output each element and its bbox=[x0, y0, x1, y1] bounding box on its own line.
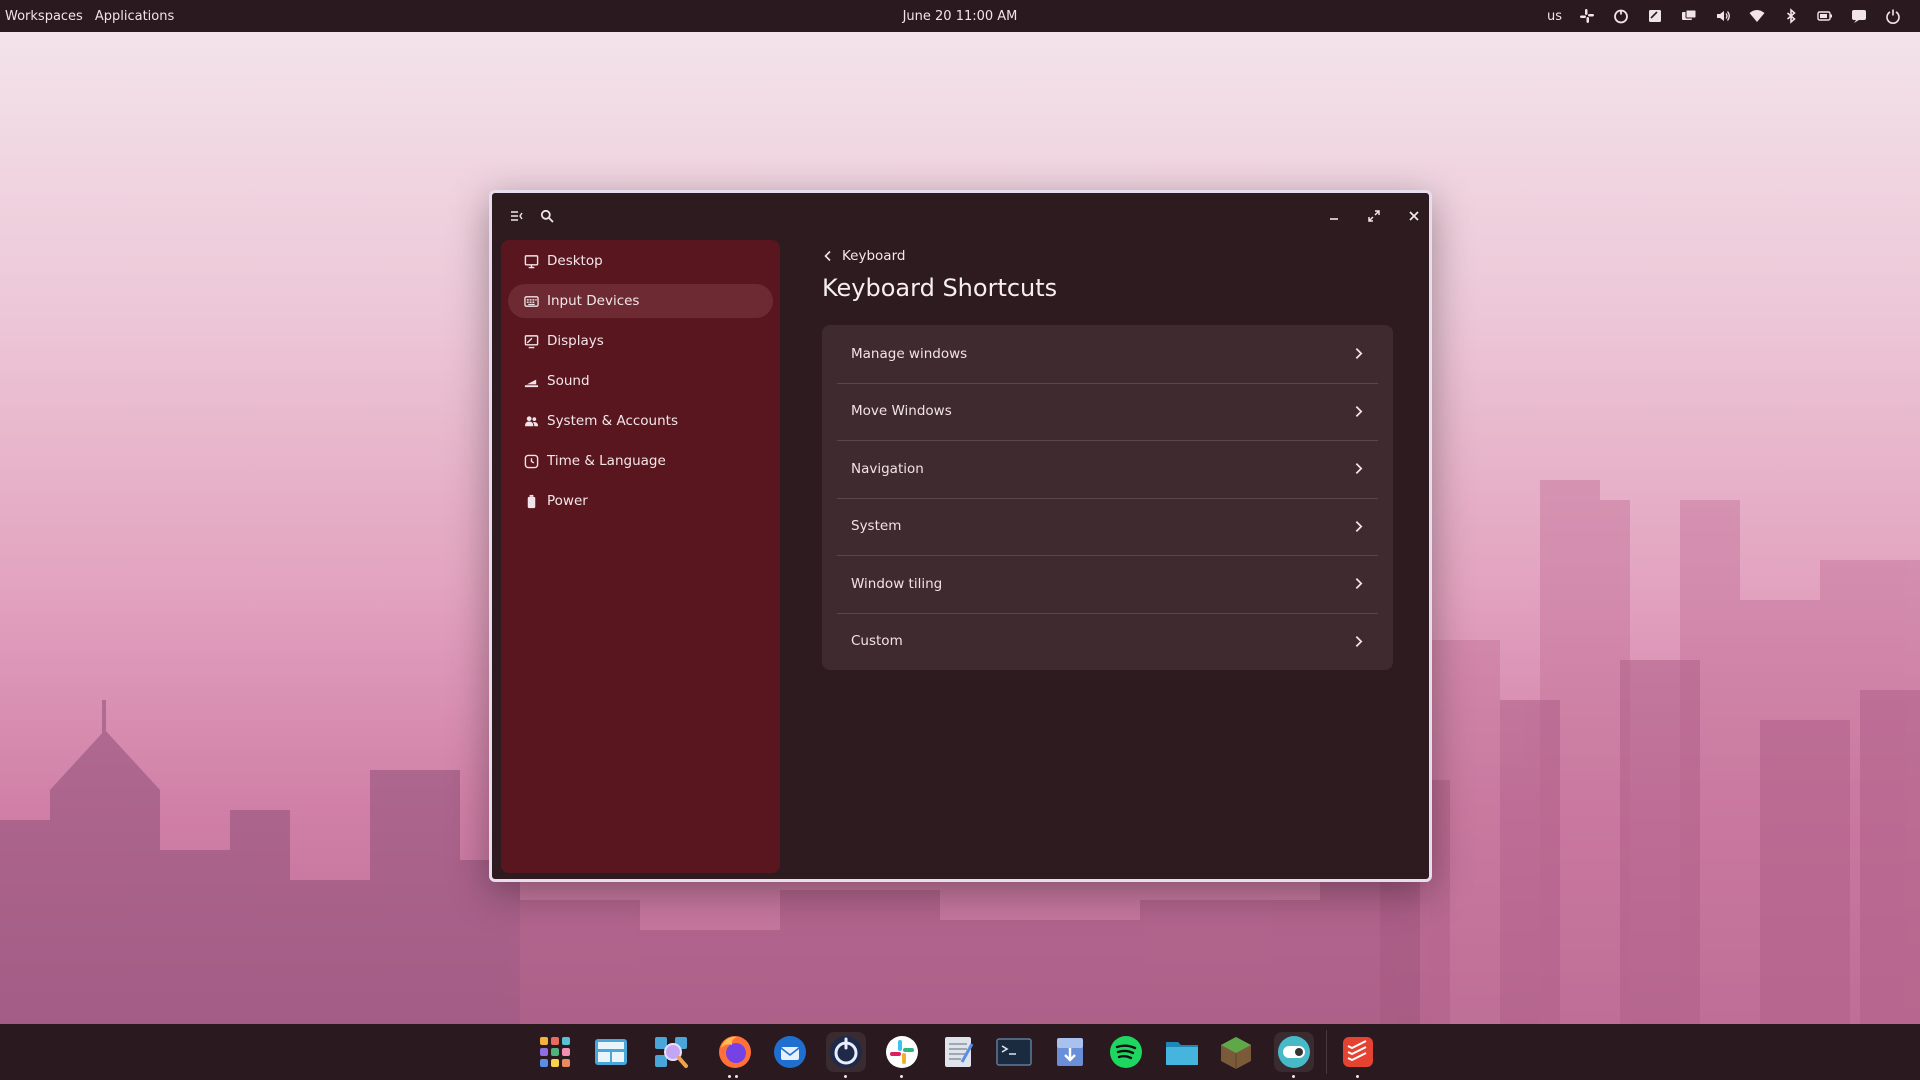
sidebar-item-label: Sound bbox=[547, 373, 590, 389]
window-header bbox=[492, 193, 1429, 238]
bluetooth-icon[interactable] bbox=[1774, 0, 1808, 32]
sidebar-item-time-language[interactable]: Time & Language bbox=[508, 444, 773, 478]
list-item-label: System bbox=[851, 518, 902, 535]
sidebar-item-label: Displays bbox=[547, 333, 604, 349]
sidebar-item-displays[interactable]: Displays bbox=[508, 324, 773, 358]
dock-todoist-icon[interactable] bbox=[1338, 1032, 1378, 1078]
dock-firefox-icon[interactable] bbox=[715, 1032, 755, 1078]
workspaces-button[interactable]: Workspaces bbox=[5, 9, 83, 24]
keyboard-layout-indicator[interactable]: us bbox=[1539, 9, 1570, 24]
list-item-label: Custom bbox=[851, 633, 903, 650]
running-indicator bbox=[1292, 1075, 1295, 1078]
clock[interactable]: June 20 11:00 AM bbox=[903, 9, 1018, 24]
battery-icon bbox=[523, 493, 539, 509]
list-item-manage-windows[interactable]: Manage windows bbox=[822, 325, 1393, 383]
notes-tray-icon[interactable] bbox=[1638, 0, 1672, 32]
sidebar-item-label: Time & Language bbox=[547, 453, 666, 469]
dock-minecraft-icon[interactable] bbox=[1216, 1032, 1256, 1072]
sidebar-toggle-icon[interactable] bbox=[506, 205, 528, 227]
dock-app-search-icon[interactable] bbox=[651, 1032, 691, 1072]
list-item-move-windows[interactable]: Move Windows bbox=[822, 382, 1393, 441]
running-indicator bbox=[844, 1075, 847, 1078]
users-icon bbox=[523, 413, 539, 429]
chevron-right-icon bbox=[1355, 463, 1363, 475]
list-item-window-tiling[interactable]: Window tiling bbox=[822, 555, 1393, 613]
display-tray-icon[interactable] bbox=[1672, 0, 1706, 32]
list-item-navigation[interactable]: Navigation bbox=[822, 440, 1393, 498]
sidebar-item-power[interactable]: Power bbox=[508, 484, 773, 518]
chevron-right-icon bbox=[1355, 635, 1363, 647]
applications-button[interactable]: Applications bbox=[95, 9, 174, 24]
search-icon[interactable] bbox=[536, 205, 558, 227]
back-label: Keyboard bbox=[842, 248, 906, 264]
display-icon bbox=[523, 333, 539, 349]
page-title: Keyboard Shortcuts bbox=[822, 274, 1058, 302]
dock-terminal-icon[interactable] bbox=[994, 1032, 1034, 1072]
running-indicator bbox=[1356, 1075, 1359, 1078]
shortcut-categories-list: Manage windows Move Windows Navigation S… bbox=[822, 325, 1393, 670]
list-item-label: Navigation bbox=[851, 460, 924, 477]
list-item-label: Manage windows bbox=[851, 345, 968, 362]
chevron-right-icon bbox=[1355, 578, 1363, 590]
close-button[interactable] bbox=[1403, 205, 1425, 227]
chevron-right-icon bbox=[1355, 520, 1363, 532]
dock-settings-icon[interactable] bbox=[1274, 1032, 1314, 1078]
sidebar-item-sound[interactable]: Sound bbox=[508, 364, 773, 398]
keyboard-icon bbox=[523, 293, 539, 309]
list-item-system[interactable]: System bbox=[822, 497, 1393, 556]
dock-separator bbox=[1326, 1030, 1327, 1074]
chevron-left-icon bbox=[824, 250, 831, 262]
sidebar-item-desktop[interactable]: Desktop bbox=[508, 244, 773, 278]
dock-slack-icon[interactable] bbox=[882, 1032, 922, 1078]
dock-workspaces-icon[interactable] bbox=[591, 1032, 631, 1072]
dock-files-icon[interactable] bbox=[1162, 1032, 1202, 1072]
sidebar-item-label: System & Accounts bbox=[547, 413, 678, 429]
running-indicator bbox=[900, 1075, 903, 1078]
chevron-right-icon bbox=[1355, 405, 1363, 417]
battery-icon[interactable] bbox=[1808, 0, 1842, 32]
sidebar-item-label: Power bbox=[547, 493, 588, 509]
timer-tray-icon[interactable] bbox=[1604, 0, 1638, 32]
list-item-label: Window tiling bbox=[851, 575, 943, 592]
sound-icon bbox=[523, 373, 539, 389]
settings-sidebar: Desktop Input Devices Displays Sound Sys… bbox=[501, 240, 780, 873]
dock-spotify-icon[interactable] bbox=[1106, 1032, 1146, 1072]
chevron-right-icon bbox=[1355, 348, 1363, 360]
running-indicator bbox=[735, 1075, 738, 1078]
dock-text-editor-icon[interactable] bbox=[938, 1032, 978, 1072]
dock-installer-icon[interactable] bbox=[1050, 1032, 1090, 1072]
dock-thunderbird-icon[interactable] bbox=[770, 1032, 810, 1072]
sidebar-item-input-devices[interactable]: Input Devices bbox=[508, 284, 773, 318]
top-panel: Workspaces Applications June 20 11:00 AM… bbox=[0, 0, 1920, 32]
dock-app-library-icon[interactable] bbox=[535, 1032, 575, 1072]
wifi-icon[interactable] bbox=[1740, 0, 1774, 32]
list-item-custom[interactable]: Custom bbox=[822, 612, 1393, 671]
sidebar-item-label: Input Devices bbox=[547, 293, 640, 309]
settings-content: Keyboard Keyboard Shortcuts Manage windo… bbox=[822, 248, 1397, 670]
settings-window: Desktop Input Devices Displays Sound Sys… bbox=[489, 190, 1432, 882]
list-item-label: Move Windows bbox=[851, 403, 952, 420]
power-icon[interactable] bbox=[1876, 0, 1910, 32]
running-indicator bbox=[728, 1075, 731, 1078]
sidebar-item-system-accounts[interactable]: System & Accounts bbox=[508, 404, 773, 438]
dock-timer-icon[interactable] bbox=[826, 1032, 866, 1078]
volume-icon[interactable] bbox=[1706, 0, 1740, 32]
notifications-icon[interactable] bbox=[1842, 0, 1876, 32]
slack-tray-icon[interactable] bbox=[1570, 0, 1604, 32]
monitor-icon bbox=[523, 253, 539, 269]
maximize-button[interactable] bbox=[1363, 205, 1385, 227]
minimize-button[interactable] bbox=[1323, 205, 1345, 227]
back-button[interactable]: Keyboard bbox=[822, 248, 905, 264]
dock bbox=[0, 1024, 1920, 1080]
clock-icon bbox=[523, 453, 539, 469]
sidebar-item-label: Desktop bbox=[547, 253, 603, 269]
